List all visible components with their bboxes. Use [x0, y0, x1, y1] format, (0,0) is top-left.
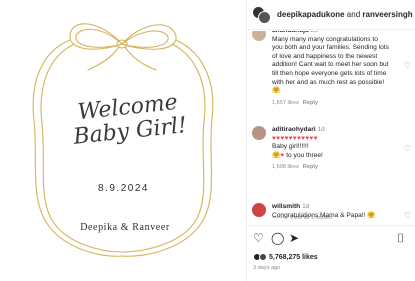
comment-like-heart-icon[interactable]: ♡	[403, 211, 412, 220]
avatar	[259, 253, 267, 261]
comment-meta: 1,557 likes Reply	[272, 99, 390, 108]
comment-time: 1d	[302, 203, 310, 210]
comment-meta: 1,698 likes Reply	[272, 163, 390, 172]
owner-username[interactable]: deepikapadukone	[277, 10, 345, 19]
heart-icon[interactable]: ♡	[253, 231, 264, 245]
comment-body: anandanuja 2d Many many many congratulat…	[272, 31, 390, 107]
post-authors: deepikapadukone and ranveersingh	[277, 10, 413, 20]
comment-icon[interactable]: ◯	[271, 231, 284, 245]
comment-body: aditiraohydari 1d ♥♥♥♥♥♥♥♥♥♥♥ Baby girl!…	[272, 126, 390, 172]
reply-button[interactable]: Reply	[303, 100, 318, 106]
comment-likes[interactable]: 1,557 likes	[272, 100, 299, 106]
save-icon[interactable]: ⌷	[397, 231, 404, 245]
comment-text: Many many many congratulations to you bo…	[272, 35, 389, 95]
comment-like-heart-icon[interactable]: ♡	[403, 144, 412, 153]
post-actions: ♡ ◯ ➤ ⌷ 5,768,275 likes 3 days ago	[248, 225, 415, 281]
collaborator-username[interactable]: ranveersingh	[362, 10, 412, 19]
comment-text-line3-prefix: 🤗	[272, 151, 281, 159]
posted-time: 3 days ago	[253, 265, 281, 271]
post-side-panel: deepikapadukone and ranveersingh anandan…	[248, 0, 415, 281]
announcement-date: 8.9.2024	[98, 183, 149, 194]
comment-hearts: ♥♥♥♥♥♥♥♥♥♥♥	[272, 134, 318, 142]
comment-body: willsmith 1d Congratulations Mama & Papa…	[272, 203, 390, 220]
comment-time: 1d	[317, 126, 325, 133]
comment-username[interactable]: willsmith	[272, 203, 300, 210]
comment-time: 2d	[310, 31, 317, 34]
comments-list[interactable]: anandanuja 2d Many many many congratulat…	[248, 31, 415, 223]
share-icon[interactable]: ➤	[289, 231, 299, 245]
avatar[interactable]	[252, 126, 266, 140]
authors-joiner: and	[344, 9, 363, 19]
avatar[interactable]	[252, 31, 266, 41]
comment-username[interactable]: aditiraohydari	[272, 126, 316, 133]
collab-avatars[interactable]	[252, 5, 272, 24]
comment-text: Congratulations Mama & Papa!! 🤗	[272, 211, 376, 219]
avatar[interactable]	[252, 203, 266, 217]
announcement-names: Deepika & Ranveer	[80, 222, 170, 233]
post-image[interactable]: Welcome Baby Girl! 8.9.2024 Deepika & Ra…	[0, 0, 247, 281]
action-row: ♡ ◯ ➤ ⌷	[253, 231, 410, 245]
comment-like-heart-icon[interactable]: ♡	[403, 61, 412, 70]
comment-text-line2: Baby girl!!!!!!	[272, 143, 309, 151]
comment-text-line3-suffix: to you three!	[284, 151, 323, 159]
reply-button[interactable]: Reply	[303, 164, 318, 170]
comment-username[interactable]: anandanuja	[272, 31, 309, 34]
avatar	[258, 10, 271, 24]
post-header: deepikapadukone and ranveersingh	[248, 0, 415, 30]
instagram-post: Welcome Baby Girl! 8.9.2024 Deepika & Ra…	[0, 0, 415, 281]
comment-likes[interactable]: 1,698 likes	[272, 164, 299, 170]
likes-count: 5,768,275 likes	[269, 253, 318, 261]
post-likes[interactable]: 5,768,275 likes	[253, 251, 318, 263]
